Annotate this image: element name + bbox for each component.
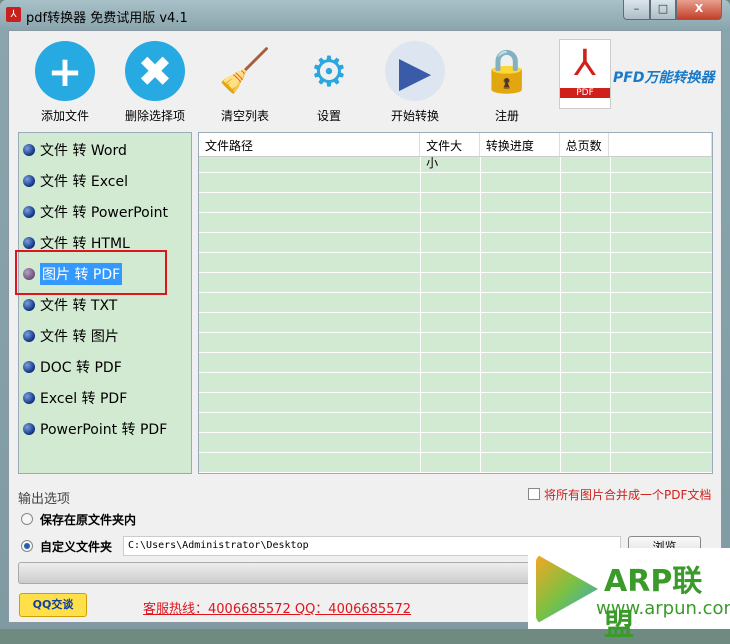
watermark: ARP联盟 www.arpun.com	[528, 548, 730, 643]
mode-item[interactable]: 文件 转 Excel	[23, 170, 128, 192]
window-title: pdf转换器 免费试用版 v4.1	[26, 11, 188, 26]
app-icon: ⅄	[6, 7, 21, 22]
toolbar-broom-button[interactable]: 🧹 清空列表	[205, 41, 285, 124]
bullet-icon	[23, 175, 35, 187]
bullet-icon	[23, 144, 35, 156]
mode-item[interactable]: 文件 转 Word	[23, 139, 127, 161]
bullet-icon	[23, 423, 35, 435]
mode-label: 文件 转 TXT	[40, 298, 118, 314]
toolbar-label: 清空列表	[220, 109, 269, 123]
radio-custom-folder[interactable]	[21, 540, 33, 552]
output-options-title: 输出选项	[18, 492, 71, 507]
hotline-link[interactable]: 客服热线：4006685572 QQ：4006685572	[143, 598, 411, 617]
mode-label: PowerPoint 转 PDF	[40, 422, 168, 438]
mode-label: DOC 转 PDF	[40, 360, 122, 376]
mode-label: 文件 转 图片	[40, 329, 119, 345]
delete-icon: ✖	[125, 41, 185, 101]
bullet-icon	[23, 330, 35, 342]
toolbar-label: 开始转换	[390, 109, 439, 123]
toolbar-label: 设置	[316, 109, 341, 123]
app-window: ⅄ pdf转换器 免费试用版 v4.1 – □ X + 添加文件 ✖ 删除选择项 🧹 清空…	[0, 0, 730, 629]
bullet-icon	[23, 392, 35, 404]
close-button[interactable]: X	[676, 0, 722, 20]
mode-label: 文件 转 Excel	[40, 174, 128, 190]
mode-item[interactable]: 文件 转 图片	[23, 325, 119, 347]
toolbar-lock-button[interactable]: 🔒 注册	[467, 41, 547, 124]
radio-original-folder[interactable]	[21, 513, 33, 525]
mode-label: 文件 转 Word	[40, 143, 127, 159]
lock-icon: 🔒	[480, 46, 534, 95]
file-table: 文件路径 文件大小 转换进度 总页数	[198, 132, 713, 474]
toolbar-label: 删除选择项	[124, 109, 185, 123]
add-icon: +	[35, 41, 95, 101]
toolbar-gear-button[interactable]: ⚙ 设置	[289, 41, 369, 124]
bullet-icon	[23, 237, 35, 249]
toolbar-add-button[interactable]: + 添加文件	[25, 41, 105, 124]
highlight-box	[15, 250, 167, 295]
merge-label: 将所有图片合并成一个PDF文档	[544, 488, 712, 502]
broom-icon: 🧹	[218, 46, 272, 95]
mode-item[interactable]: 文件 转 TXT	[23, 294, 117, 316]
gear-icon: ⚙	[310, 46, 348, 96]
merge-checkbox[interactable]	[528, 488, 540, 500]
toolbar-label: 添加文件	[40, 109, 89, 123]
mode-item[interactable]: Excel 转 PDF	[23, 387, 127, 409]
maximize-button[interactable]: □	[650, 0, 676, 20]
play-icon: ▶	[385, 41, 445, 101]
column-header[interactable]: 转换进度	[480, 133, 560, 156]
column-header[interactable]: 文件路径	[199, 133, 421, 156]
column-header[interactable]: 总页数	[560, 133, 610, 156]
radio-original-label: 保存在原文件夹内	[40, 513, 137, 527]
mode-item[interactable]: DOC 转 PDF	[23, 356, 122, 378]
mode-label: Excel 转 PDF	[40, 391, 128, 407]
mode-item[interactable]: PowerPoint 转 PDF	[23, 418, 167, 440]
toolbar-label: 注册	[494, 109, 519, 123]
client-area: + 添加文件 ✖ 删除选择项 🧹 清空列表 ⚙ 设置 ▶ 开始转换 🔒 注册 ⅄ PDF PFD万能转…	[8, 30, 722, 623]
toolbar-delete-button[interactable]: ✖ 删除选择项	[115, 41, 195, 124]
brand-text: PFD万能转换器	[613, 70, 715, 86]
mode-item[interactable]: 文件 转 PowerPoint	[23, 201, 168, 223]
watermark-logo-icon	[536, 554, 598, 624]
mode-label: 文件 转 PowerPoint	[40, 205, 168, 221]
bullet-icon	[23, 206, 35, 218]
column-header[interactable]: 文件大小	[420, 133, 480, 170]
mode-list: 文件 转 Word 文件 转 Excel 文件 转 PowerPoint 文件 转 H…	[18, 132, 192, 474]
minimize-button[interactable]: –	[623, 0, 650, 20]
toolbar-play-button[interactable]: ▶ 开始转换	[375, 41, 455, 124]
column-header[interactable]	[609, 133, 712, 156]
qq-chat-button[interactable]: QQ交谈	[19, 593, 87, 617]
bullet-icon	[23, 361, 35, 373]
pdf-logo-icon: ⅄ PDF	[559, 39, 611, 109]
bullet-icon	[23, 299, 35, 311]
radio-custom-label: 自定义文件夹	[40, 540, 113, 554]
